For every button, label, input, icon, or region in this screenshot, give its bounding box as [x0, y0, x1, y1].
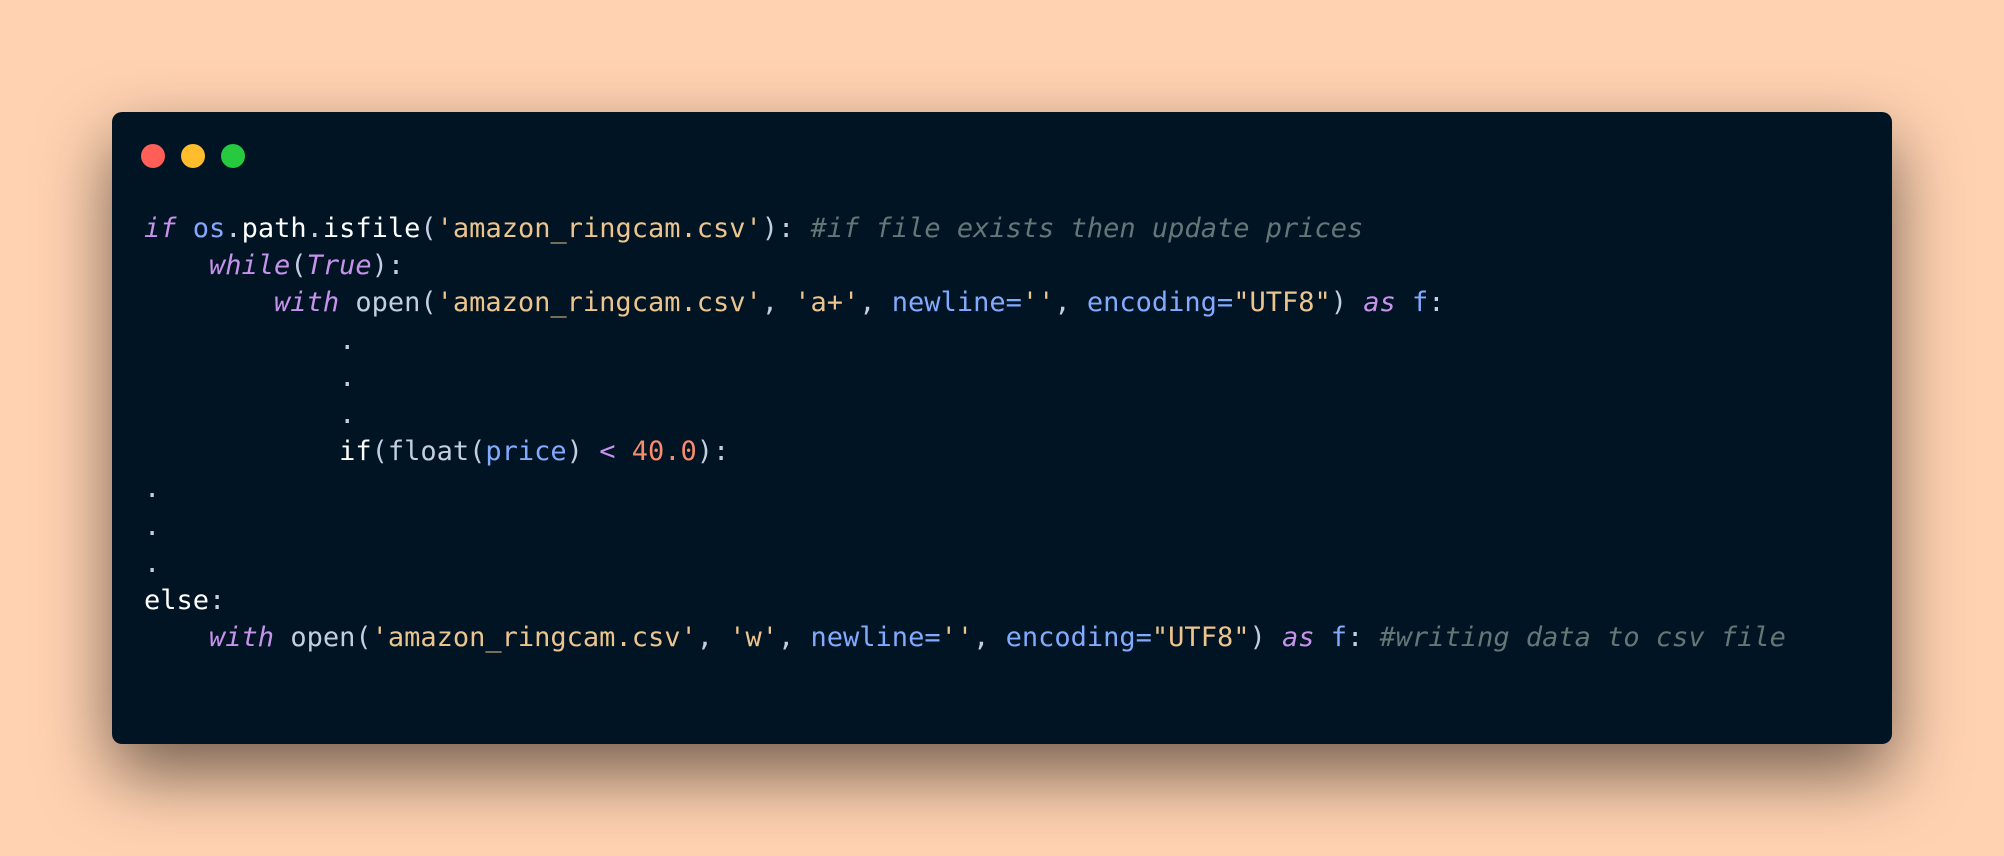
code-token: .	[144, 398, 356, 430]
code-token: 'amazon_ringcam.csv'	[436, 287, 762, 319]
code-token: if	[339, 436, 372, 468]
code-token: :	[1347, 622, 1380, 654]
code-token: .	[144, 510, 161, 542]
window-controls	[141, 144, 261, 168]
code-token: )	[566, 436, 600, 468]
code-token: )	[1330, 287, 1364, 319]
code-token: f	[1395, 287, 1429, 319]
code-token: as	[1281, 622, 1315, 654]
code-line: .	[144, 396, 1786, 433]
code-token: ,	[778, 622, 811, 654]
code-token: ,	[973, 622, 1006, 654]
code-token: with	[209, 622, 275, 654]
code-token: "UTF8"	[1233, 287, 1331, 319]
code-token: :	[209, 584, 226, 616]
code-token: .	[144, 473, 161, 505]
close-dot-icon[interactable]	[141, 144, 165, 168]
code-token: path	[241, 213, 307, 244]
code-line: .	[144, 322, 1786, 359]
code-token: else	[144, 584, 210, 616]
code-token: isfile	[322, 213, 421, 244]
code-token: ''	[940, 622, 974, 654]
code-token: ,	[696, 622, 730, 654]
code-line: with open('amazon_ringcam.csv', 'w', new…	[144, 619, 1786, 656]
code-token: ,	[859, 287, 892, 319]
code-line: .	[144, 508, 1786, 545]
code-token: encoding=	[1086, 287, 1234, 319]
code-token: (	[420, 213, 437, 244]
code-token: #if file exists then update prices	[810, 213, 1364, 244]
code-token: )	[1249, 622, 1282, 654]
code-token: ,	[761, 287, 795, 319]
code-token: os	[192, 213, 226, 244]
minimize-dot-icon[interactable]	[181, 144, 205, 168]
code-window: if os.path.isfile('amazon_ringcam.csv'):…	[112, 112, 1892, 744]
code-token: .	[144, 361, 356, 393]
code-token: (float(	[371, 436, 486, 468]
code-line: .	[144, 359, 1786, 396]
code-line: with open('amazon_ringcam.csv', 'a+', ne…	[144, 284, 1786, 321]
code-token: with	[274, 287, 340, 319]
code-token: f	[1314, 622, 1348, 654]
code-line: if os.path.isfile('amazon_ringcam.csv'):…	[144, 210, 1786, 247]
code-token: newline=	[891, 287, 1022, 319]
code-token: ):	[371, 250, 405, 282]
code-token: encoding=	[1005, 622, 1152, 654]
code-token: :	[1428, 287, 1445, 319]
code-token: #writing data to csv file	[1379, 622, 1786, 654]
code-token: True	[306, 250, 372, 282]
code-line: if(float(price) < 40.0):	[144, 433, 1786, 470]
code-token: 'w'	[729, 622, 779, 654]
code-token: ''	[1021, 287, 1055, 319]
code-line: .	[144, 470, 1786, 507]
code-line: while(True):	[144, 247, 1786, 284]
code-token: as	[1363, 287, 1396, 319]
code-token: open(	[274, 622, 372, 654]
code-line: else:	[144, 582, 1786, 619]
code-token: open(	[339, 287, 437, 319]
code-token: ,	[1054, 287, 1087, 319]
maximize-dot-icon[interactable]	[221, 144, 245, 168]
code-token: "UTF8"	[1151, 622, 1250, 654]
code-token: .	[144, 324, 356, 356]
code-token: ):	[761, 213, 811, 244]
code-token: (	[290, 250, 307, 282]
code-token: 40.0	[631, 436, 697, 468]
code-token: ):	[696, 436, 730, 468]
code-token: .	[144, 547, 161, 579]
code-token: 'a+'	[794, 287, 860, 319]
code-token: 'amazon_ringcam.csv'	[436, 213, 762, 244]
code-token: newline=	[810, 622, 941, 654]
code-token: 'amazon_ringcam.csv'	[371, 622, 697, 654]
code-token: .	[225, 213, 242, 244]
code-line: .	[144, 545, 1786, 582]
code-token: .	[306, 213, 323, 244]
code-block: if os.path.isfile('amazon_ringcam.csv'):…	[144, 210, 1786, 656]
code-token: if	[144, 213, 177, 244]
code-token: <	[599, 436, 616, 468]
code-token: price	[485, 436, 567, 468]
code-token: while	[209, 250, 291, 282]
